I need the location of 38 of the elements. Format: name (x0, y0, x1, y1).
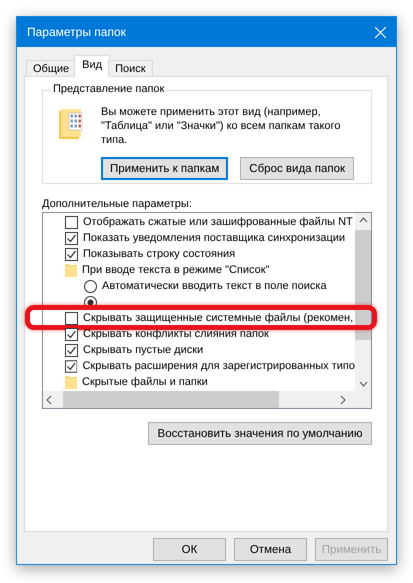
dialog-button[interactable]: Отмена (234, 538, 307, 561)
option-label: Скрывать пустые диски (83, 344, 204, 356)
vertical-scrollbar[interactable] (355, 213, 371, 391)
option-label: Отображать сжатые или зашифрованные файлы NT (83, 216, 353, 228)
radio-button[interactable] (84, 280, 97, 292)
horizontal-scrollbar[interactable] (43, 391, 355, 408)
folder-icon (59, 109, 83, 139)
close-icon[interactable] (375, 26, 386, 38)
checkbox[interactable] (65, 328, 78, 340)
option-label: Скрывать расширения для зарегистрированных типо (82, 360, 355, 372)
restore-defaults-button[interactable]: Восстановить значения по умолчанию (148, 422, 372, 445)
option-label: При вводе текста в режиме "Список" (82, 264, 270, 276)
checkbox[interactable] (65, 360, 78, 372)
window-title: Параметры папок (27, 25, 126, 39)
folder-icon (65, 375, 77, 389)
tab[interactable]: Поиск (108, 60, 153, 76)
checkbox[interactable] (65, 312, 78, 324)
option-label: Скрывать защищенные системные файлы (рекомен, (83, 312, 354, 324)
option-label: Скрытые файлы и папки (82, 376, 208, 388)
folder-view-button[interactable]: Сброс вида папок (240, 157, 354, 180)
checkbox[interactable] (65, 344, 78, 356)
scroll-right-icon[interactable] (339, 394, 347, 404)
scroll-left-icon[interactable] (45, 394, 53, 404)
checkbox[interactable] (65, 248, 78, 260)
folder-view-button[interactable]: Применить к папкам (101, 157, 228, 180)
option-label: Скрывать конфликты слияния папок (83, 328, 269, 340)
option-label: Показать уведомления поставщика синхронизации (83, 232, 346, 244)
option-label: Автоматически вводить текст в поле поиска (102, 280, 327, 292)
dialog-button[interactable]: ОК (153, 538, 226, 561)
folder-icon (65, 263, 77, 277)
checkbox[interactable] (65, 232, 78, 244)
group-title: Представление папок (51, 83, 166, 95)
tab[interactable]: Вид (74, 55, 110, 77)
option-label: Показывать строку состояния (83, 248, 236, 260)
tab[interactable]: Общие (26, 60, 76, 76)
checkbox[interactable] (65, 216, 78, 228)
section-label: Дополнительные параметры: (42, 198, 193, 210)
description-text: Вы можете применить этот вид (например, "Таблица" или "Значки") ко всем папкам такого типа. (101, 105, 341, 147)
